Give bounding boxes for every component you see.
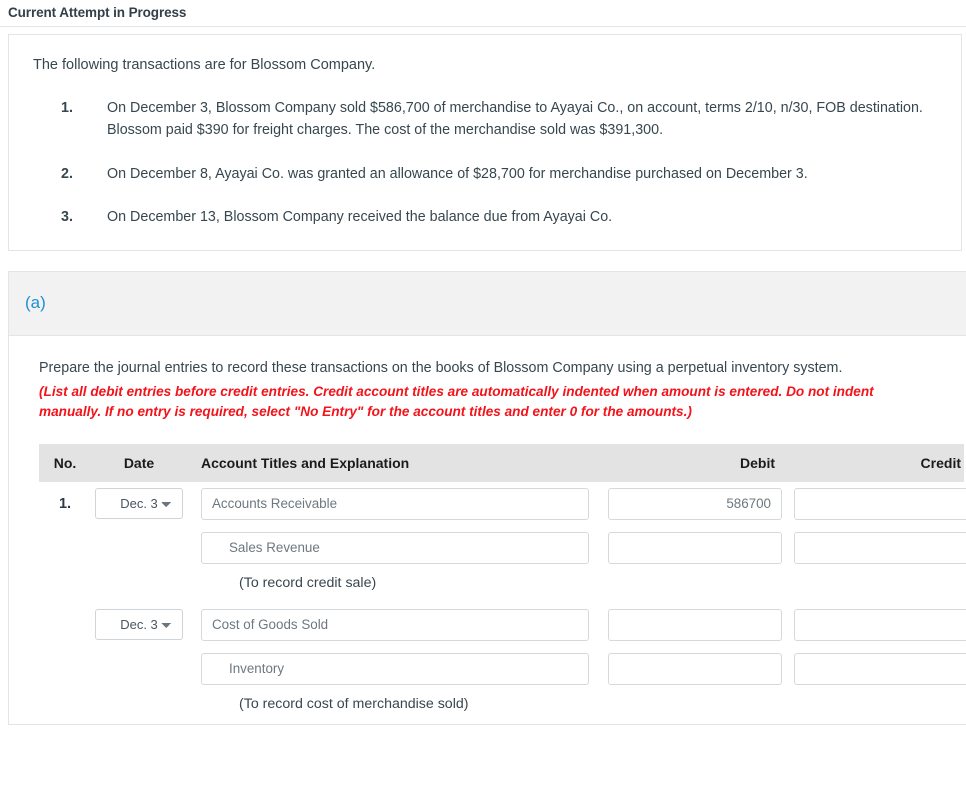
account-cell [187, 487, 607, 520]
debit-input-row-1[interactable] [608, 487, 782, 520]
date-select-row-1[interactable]: Dec. 3 [95, 488, 183, 520]
debit-cell [607, 531, 793, 564]
credit-cell [793, 531, 966, 564]
date-cell: Dec. 3 [91, 488, 187, 520]
account-title-input-row-2[interactable] [201, 531, 589, 564]
transaction-list: 1. On December 3, Blossom Company sold $… [31, 97, 939, 228]
credit-cell [793, 652, 966, 685]
intro-lead-text: The following transactions are for Bloss… [33, 57, 376, 73]
credit-input-row-1[interactable] [794, 487, 966, 520]
list-item-text: On December 8, Ayayai Co. was granted an… [107, 165, 808, 182]
date-select-row-3[interactable]: Dec. 3 [95, 609, 183, 641]
column-header-account: Account Titles and Explanation [201, 454, 410, 471]
prompt-text: Prepare the journal entries to record th… [39, 359, 843, 376]
column-header-date: Date [123, 454, 155, 471]
credit-input-row-2[interactable] [794, 531, 966, 564]
account-cell [187, 652, 607, 685]
table-header-row: No. Date Account Titles and Explanation … [39, 443, 964, 482]
table-row: 1. Dec. 3 [39, 482, 966, 526]
credit-cell [793, 487, 966, 520]
transactions-card: The following transactions are for Bloss… [8, 34, 962, 251]
list-item-number: 1. [61, 100, 73, 117]
debit-input-row-4[interactable] [608, 652, 782, 685]
table-row [39, 526, 966, 570]
part-a-body: Prepare the journal entries to record th… [9, 336, 966, 724]
journal-entry-table: No. Date Account Titles and Explanation … [39, 443, 966, 724]
debit-cell [607, 652, 793, 685]
credit-cell [793, 608, 966, 641]
account-title-input-row-1[interactable] [201, 487, 589, 520]
assignment-page: Current Attempt in Progress The followin… [0, 0, 966, 793]
list-item-number: 2. [61, 165, 73, 182]
account-title-input-row-3[interactable] [201, 608, 589, 641]
list-item-text: On December 3, Blossom Company sold $586… [107, 100, 923, 139]
list-item-number: 3. [61, 208, 73, 225]
account-cell [187, 531, 607, 564]
credit-input-row-4[interactable] [794, 652, 966, 685]
list-item: 1. On December 3, Blossom Company sold $… [31, 97, 939, 141]
part-a-label: (a) [25, 293, 46, 313]
date-cell: Dec. 3 [91, 609, 187, 641]
entry-explanation-credit-sale: (To record credit sale) [239, 574, 377, 591]
credit-input-row-3[interactable] [794, 608, 966, 641]
heading-divider [0, 26, 966, 27]
debit-input-row-2[interactable] [608, 531, 782, 564]
table-row: Dec. 3 [39, 603, 966, 647]
column-header-no: No. [53, 454, 77, 471]
row-number: 1. [58, 495, 72, 512]
part-a-header-band: (a) [9, 271, 966, 336]
account-cell [187, 608, 607, 641]
debit-input-row-3[interactable] [608, 608, 782, 641]
list-item-text: On December 13, Blossom Company received… [107, 208, 613, 225]
page-title: Current Attempt in Progress [8, 5, 187, 20]
list-item: 2. On December 8, Ayayai Co. was granted… [31, 163, 939, 185]
prompt-note-text: (List all debit entries before credit en… [39, 383, 874, 419]
table-row [39, 647, 966, 691]
debit-cell [607, 608, 793, 641]
column-header-credit: Credit [920, 454, 961, 471]
entry-explanation-cost-of-merchandise: (To record cost of merchandise sold) [239, 695, 469, 712]
list-item: 3. On December 13, Blossom Company recei… [31, 206, 939, 228]
part-a-card: (a) Prepare the journal entries to recor… [8, 270, 966, 725]
debit-cell [607, 487, 793, 520]
account-title-input-row-4[interactable] [201, 652, 589, 685]
column-header-debit: Debit [740, 454, 775, 471]
